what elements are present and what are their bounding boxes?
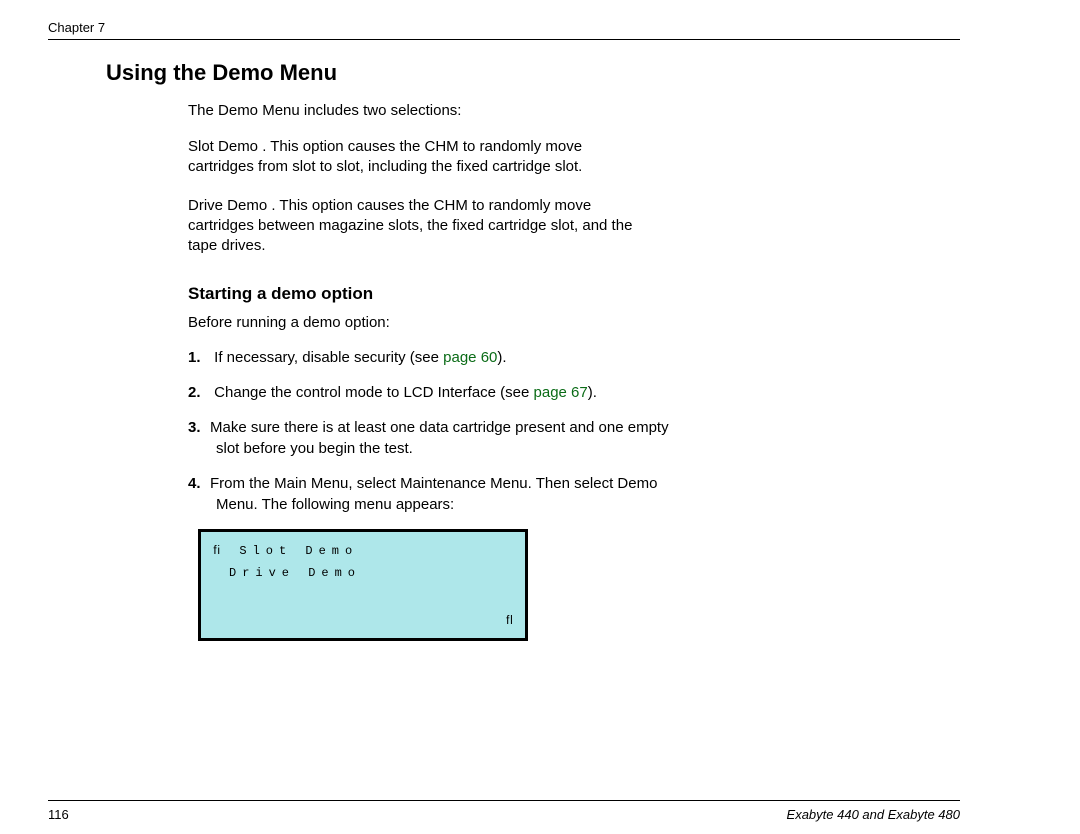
before-text: Before running a demo option: bbox=[188, 314, 960, 331]
page-footer: 116 Exabyte 440 and Exabyte 480 bbox=[48, 800, 960, 822]
intro-text: The Demo Menu includes two selections: bbox=[188, 102, 960, 119]
lcd-display: ﬁ Slot Demo Drive Demo ﬂ bbox=[198, 529, 528, 641]
step-4: From the Main Menu, select Maintenance M… bbox=[210, 473, 680, 515]
section-subtitle: Starting a demo option bbox=[188, 284, 960, 304]
footer-rule bbox=[48, 800, 960, 801]
step-2: Change the control mode to LCD Interface… bbox=[210, 382, 680, 403]
lcd-line-1: ﬁ Slot Demo bbox=[213, 544, 358, 558]
document-page: Chapter 7 Using the Demo Menu The Demo M… bbox=[0, 0, 1080, 834]
step-3: Make sure there is at least one data car… bbox=[210, 417, 680, 459]
link-page-60[interactable]: page 60 bbox=[443, 349, 497, 366]
steps-list: If necessary, disable security (see page… bbox=[188, 347, 680, 515]
page-number: 116 bbox=[48, 807, 69, 822]
step-1: If necessary, disable security (see page… bbox=[210, 347, 680, 368]
step-1-text-a: If necessary, disable security (see bbox=[214, 349, 443, 366]
demo-option-slot: Slot Demo . This option causes the CHM t… bbox=[188, 137, 648, 178]
page-title: Using the Demo Menu bbox=[106, 60, 960, 86]
step-1-text-b: ). bbox=[497, 349, 506, 366]
chapter-header: Chapter 7 bbox=[48, 20, 960, 35]
link-page-67[interactable]: page 67 bbox=[534, 384, 588, 401]
step-2-text-b: ). bbox=[588, 384, 597, 401]
step-2-text-a: Change the control mode to LCD Interface… bbox=[214, 384, 533, 401]
header-rule bbox=[48, 39, 960, 40]
lcd-line-2: Drive Demo bbox=[229, 566, 361, 580]
book-title: Exabyte 440 and Exabyte 480 bbox=[787, 807, 960, 822]
demo-option-drive: Drive Demo . This option causes the CHM … bbox=[188, 196, 648, 257]
lcd-line-3: ﬂ bbox=[506, 614, 513, 628]
